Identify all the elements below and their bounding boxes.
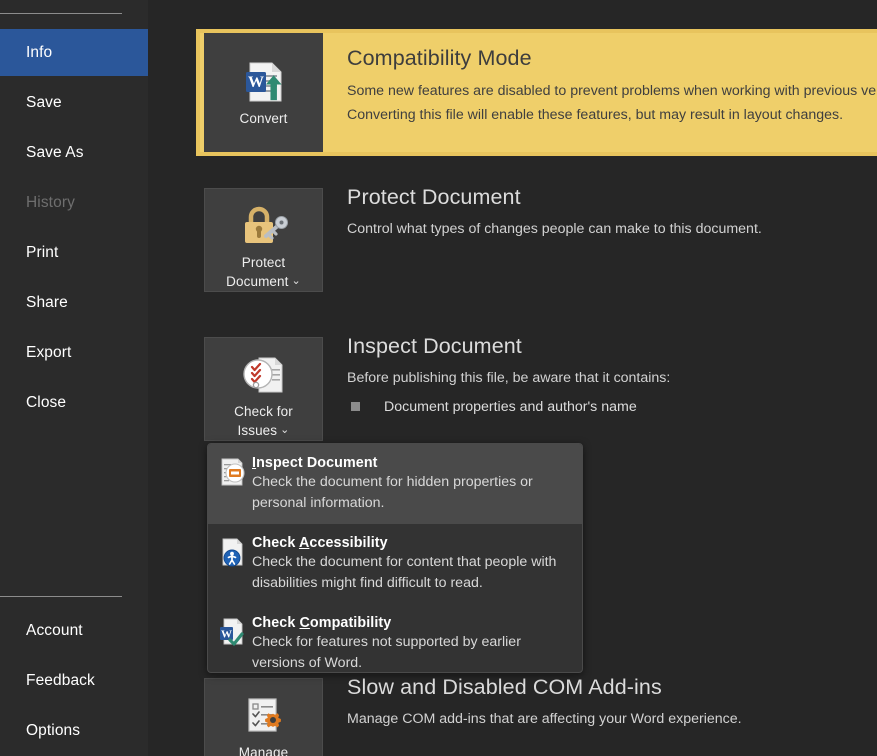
sidebar-item-label: Export	[26, 343, 72, 361]
sidebar-item-account[interactable]: Account	[0, 607, 148, 654]
backstage-sidebar: Info Save Save As History Print Share Ex…	[0, 0, 148, 756]
sidebar-top-divider	[0, 13, 122, 14]
chevron-down-icon: ⌄	[291, 275, 301, 287]
inspect-document-section: Check for Issues ⌄ Inspect Document Befor…	[204, 334, 877, 441]
sidebar-item-share[interactable]: Share	[0, 279, 148, 326]
menu-item-check-accessibility-title: Check Accessibility	[252, 535, 388, 551]
inspect-document-description: Before publishing this file, be aware th…	[347, 370, 671, 386]
sidebar-item-options[interactable]: Options	[0, 707, 148, 754]
menu-item-check-compatibility-title: Check Compatibility	[252, 615, 392, 631]
sidebar-item-label: Close	[26, 393, 67, 411]
protect-document-button-label-line1: Protect	[241, 255, 286, 270]
sidebar-item-label: Info	[26, 43, 53, 61]
bullet-square-icon	[351, 402, 360, 411]
convert-button-label: Convert	[239, 111, 288, 126]
sidebar-item-save-as[interactable]: Save As	[0, 129, 148, 176]
inspect-document-text: Inspect Document Before publishing this …	[347, 334, 877, 415]
check-for-issues-dropdown-menu: Inspect Document Check the document for …	[207, 443, 583, 673]
menu-item-check-accessibility-description: Check the document for content that peop…	[252, 554, 557, 591]
protect-document-button[interactable]: Protect Document ⌄	[204, 188, 323, 292]
inspect-document-finding-label: Document properties and author's name	[384, 398, 637, 415]
compatibility-mode-banner: W Convert Compatibility Mode Some new fe…	[196, 29, 877, 156]
sidebar-bottom-divider	[0, 596, 122, 597]
protect-document-button-label-line2: Document ⌄	[226, 274, 301, 289]
menu-item-check-compatibility-text: Check Compatibility Check for features n…	[252, 614, 570, 672]
check-for-issues-button[interactable]: Check for Issues ⌄	[204, 337, 323, 441]
padlock-key-icon	[239, 203, 289, 249]
menu-item-check-compatibility-description: Check for features not supported by earl…	[252, 634, 521, 671]
sidebar-item-feedback[interactable]: Feedback	[0, 657, 148, 704]
chevron-down-icon: ⌄	[280, 424, 290, 436]
word-document-convert-icon: W	[237, 55, 291, 109]
menu-item-check-compatibility[interactable]: W Check Compatibility Check for features…	[208, 604, 582, 672]
menu-item-check-accessibility-text: Check Accessibility Check the document f…	[252, 534, 570, 594]
check-for-issues-button-label-line1: Check for	[234, 404, 293, 419]
com-add-ins-section: Manage COM Add-ins Slow and Disabled COM…	[204, 675, 877, 756]
com-add-ins-title: Slow and Disabled COM Add-ins	[347, 675, 662, 699]
sidebar-item-info[interactable]: Info	[0, 29, 148, 76]
menu-item-inspect-document-title: Inspect Document	[252, 455, 378, 471]
inspect-document-title: Inspect Document	[347, 334, 522, 358]
menu-item-inspect-document[interactable]: Inspect Document Check the document for …	[208, 444, 582, 524]
protect-document-title: Protect Document	[347, 185, 521, 209]
sidebar-item-label: Save As	[26, 143, 84, 161]
check-for-issues-button-label-line2: Issues ⌄	[237, 423, 290, 438]
protect-document-description: Control what types of changes people can…	[347, 221, 762, 237]
sidebar-item-history: History	[0, 179, 148, 226]
checklist-gear-icon	[239, 693, 289, 739]
compatibility-banner-description: Some new features are disabled to preven…	[347, 83, 877, 123]
check-compatibility-icon: W	[218, 614, 252, 672]
manage-com-add-ins-button-label-line1: Manage	[238, 745, 289, 756]
check-accessibility-icon	[218, 534, 252, 594]
protect-document-text: Protect Document Control what types of c…	[347, 185, 877, 242]
sidebar-item-label: Options	[26, 721, 81, 739]
sidebar-item-label: Save	[26, 93, 62, 111]
compatibility-banner-title: Compatibility Mode	[347, 46, 532, 70]
document-checklist-magnifier-icon	[239, 352, 289, 398]
sidebar-item-label: Share	[26, 293, 68, 311]
convert-button[interactable]: W Convert	[204, 33, 323, 152]
sidebar-item-save[interactable]: Save	[0, 79, 148, 126]
sidebar-item-label: Account	[26, 621, 83, 639]
inspect-document-finding: Document properties and author's name	[347, 399, 877, 415]
menu-item-check-accessibility[interactable]: Check Accessibility Check the document f…	[208, 524, 582, 604]
manage-com-add-ins-button[interactable]: Manage COM Add-ins	[204, 678, 323, 756]
com-add-ins-text: Slow and Disabled COM Add-ins Manage COM…	[347, 675, 877, 732]
sidebar-item-label: Print	[26, 243, 59, 261]
svg-text:W: W	[248, 74, 264, 91]
com-add-ins-description: Manage COM add-ins that are affecting yo…	[347, 711, 742, 727]
compatibility-banner-text: Compatibility Mode Some new features are…	[347, 46, 877, 127]
sidebar-item-print[interactable]: Print	[0, 229, 148, 276]
inspect-document-icon	[218, 454, 252, 514]
menu-item-inspect-document-text: Inspect Document Check the document for …	[252, 454, 570, 514]
menu-item-inspect-document-description: Check the document for hidden properties…	[252, 474, 533, 511]
sidebar-item-export[interactable]: Export	[0, 329, 148, 376]
word-backstage-info-screen: Info Save Save As History Print Share Ex…	[0, 0, 877, 756]
protect-document-section: Protect Document ⌄ Protect Document Contr…	[204, 185, 877, 292]
sidebar-item-label: History	[26, 193, 75, 211]
sidebar-item-close[interactable]: Close	[0, 379, 148, 426]
sidebar-item-label: Feedback	[26, 671, 95, 689]
